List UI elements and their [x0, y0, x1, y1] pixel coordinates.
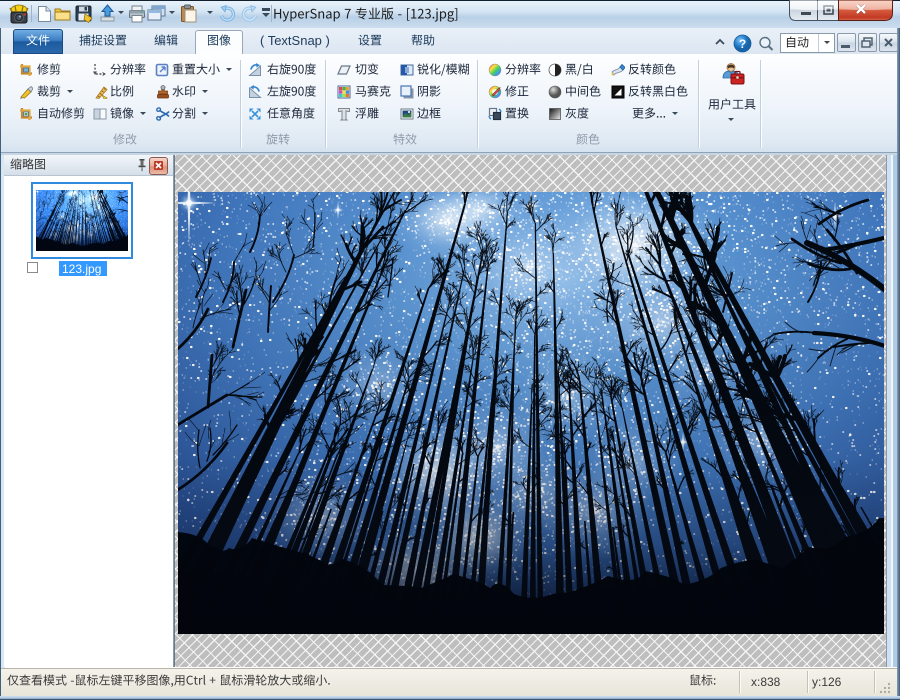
svg-text:?: ?: [739, 37, 746, 51]
